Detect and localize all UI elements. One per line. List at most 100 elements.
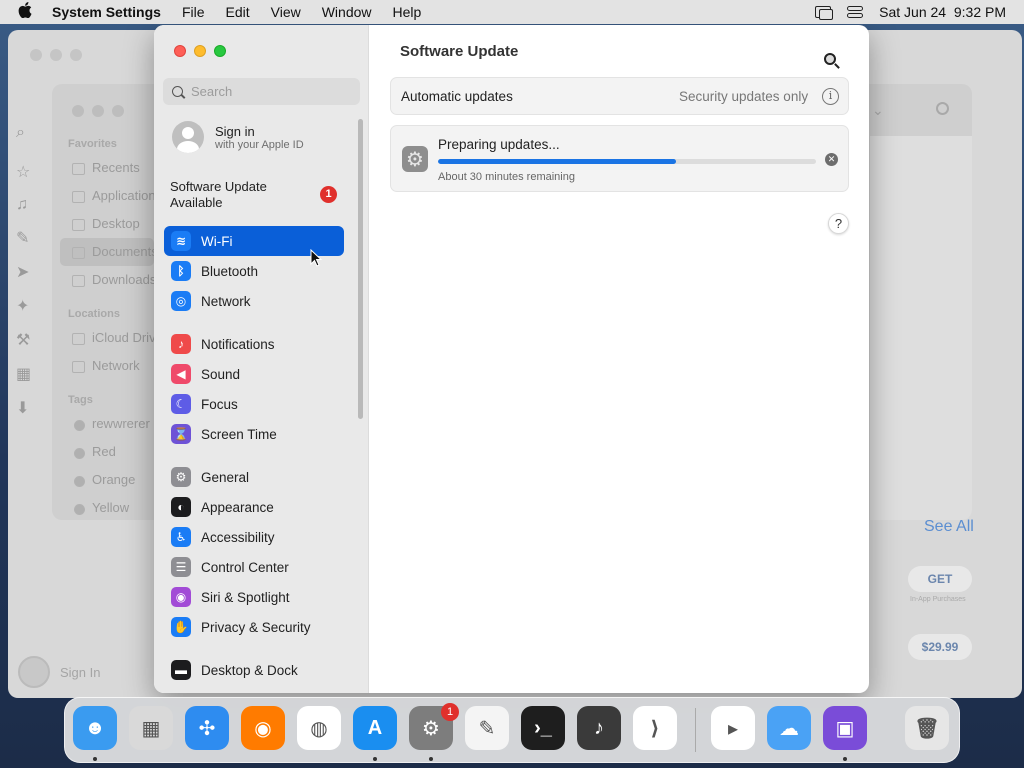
price-button[interactable]: $29.99 [908,634,972,660]
progress-bar [438,159,816,164]
sidebar-item-label: Screen Time [201,426,277,442]
help-menu[interactable]: Help [393,4,422,20]
sign-in-subtitle: with your Apple ID [215,138,304,151]
automatic-updates-label: Automatic updates [401,89,513,104]
window-menu[interactable]: Window [322,4,372,20]
search-icon [172,86,183,97]
info-icon[interactable]: i [822,88,839,105]
avatar [18,656,50,688]
system-settings-window: Sign in with your Apple ID Software Upda… [154,25,869,693]
app-menu[interactable]: System Settings [52,4,161,20]
dock-app-trash[interactable]: 🗑 [905,706,949,750]
finder-item-downloads[interactable]: Downloads [52,266,162,294]
finder-tag[interactable]: Yellow [52,494,162,520]
sidebar-item-control-center[interactable]: ☰ Control Center [164,552,344,582]
finder-item-icloud[interactable]: iCloud Drive [52,324,163,352]
sidebar-item-sound[interactable]: ◀ Sound [164,359,344,389]
spotlight-search-icon[interactable] [824,53,837,65]
dock-app-visual-studio-code[interactable]: ⟩ [633,706,677,750]
search-field[interactable] [163,78,360,105]
sidebar-item-appearance[interactable]: ◐ Appearance [164,492,344,522]
menu-clock[interactable]: Sat Jun 24 9:32 PM [879,4,1006,20]
dock-app-weather[interactable]: ☁ [767,706,811,750]
time-remaining: About 30 minutes remaining [438,171,575,183]
finder-item-network[interactable]: Network [52,352,162,380]
appstore-sign-in[interactable]: Sign In [18,656,100,688]
hand-icon: ✋ [171,617,191,637]
dock-app-safari[interactable]: ✣ [185,706,229,750]
sidebar-item-siri-spotlight[interactable]: ◉ Siri & Spotlight [164,582,344,612]
edit-menu[interactable]: Edit [226,4,250,20]
dock-app-app-store[interactable]: A [353,706,397,750]
sidebar-item-label: Siri & Spotlight [201,589,290,605]
close-button[interactable] [174,45,186,57]
view-menu[interactable]: View [271,4,301,20]
sidebar-item-accessibility[interactable]: ♿ Accessibility [164,522,344,552]
sign-in-label: Sign In [60,664,101,680]
bell-icon: ♪ [171,334,191,354]
apple-id-sign-in[interactable]: Sign in with your Apple ID [172,121,304,153]
cancel-update-icon[interactable]: ✕ [825,153,838,166]
dock-app-terminal[interactable]: ›_ [521,706,565,750]
appstore-sidebar-icons: ⌕ ☆ ♫ ✎ ➤ ✦ ⚒ ▦ ⬇ [16,124,32,417]
progress-bar-fill [438,159,677,164]
sidebar-item-notifications[interactable]: ♪ Notifications [164,329,344,359]
apple-menu-icon[interactable] [18,1,34,23]
dock-app-garageband[interactable]: ♪ [577,706,621,750]
sidebar-item-network[interactable]: ◎ Network [164,286,344,316]
sidebar-item-screen-time[interactable]: ⌛ Screen Time [164,419,344,449]
finder-item-desktop[interactable]: Desktop [52,210,162,238]
sidebar-item-label: Desktop & Dock [201,662,298,678]
zoom-button[interactable] [214,45,226,57]
finder-item-documents[interactable]: Documents [60,238,158,266]
moon-icon: ☾ [171,394,191,414]
sidebar-scrollbar[interactable] [358,119,363,419]
sidebar-item-label: Privacy & Security [201,619,311,635]
sidebar-item-privacy-security[interactable]: ✋ Privacy & Security [164,612,344,642]
settings-sidebar: Sign in with your Apple ID Software Upda… [154,25,369,693]
finder-tag[interactable]: Red [52,438,162,466]
dock-app-chrome[interactable]: ◍ [297,706,341,750]
finder-item-applications[interactable]: Applications [52,182,162,210]
dock-app-visual-studio[interactable]: ▸ [711,706,755,750]
dock-app-finder[interactable]: ☻ [73,706,117,750]
accessibility-icon: ♿ [171,527,191,547]
help-button[interactable]: ? [828,213,849,234]
mouse-cursor [310,249,323,267]
menu-bar: System Settings File Edit View Window He… [0,0,1024,65]
dock-app-launchpad[interactable]: ▦ [129,706,173,750]
finder-tag[interactable]: Orange [52,466,162,494]
globe-icon: ◎ [171,291,191,311]
dock-app-textedit[interactable]: ✎ [465,706,509,750]
see-all-link[interactable]: See All [924,518,974,536]
control-center-icon[interactable] [847,6,864,18]
sidebar-item-label: Notifications [201,336,275,352]
sidebar-item-general[interactable]: ⚙ General [164,462,344,492]
dock-app-simulator[interactable]: ▣ [823,706,867,750]
search-input[interactable] [191,84,351,99]
running-indicator [429,757,433,761]
window-controls [72,104,132,122]
sidebar-item-focus[interactable]: ☾ Focus [164,389,344,419]
dock-badge: 1 [441,703,459,721]
settings-list: Sign in with your Apple ID Software Upda… [154,113,369,693]
finder-item-recents[interactable]: Recents [52,154,162,182]
dock-app-firefox[interactable]: ◉ [241,706,285,750]
finder-sidebar: Favorites Recents Applications Desktop D… [52,124,163,520]
search-icon[interactable] [936,102,949,115]
chevron-down-icon[interactable]: ⌄ [872,102,884,119]
software-update-available[interactable]: Software Update Available [170,179,300,211]
running-indicator [843,757,847,761]
avatar [172,121,204,153]
minimize-button[interactable] [194,45,206,57]
finder-tag[interactable]: rewwrerer [52,410,162,438]
dock: ☻ ▦ ✣ ◉ ◍ A ⚙ ✎ ›_ ♪ ⟩ ▸ ☁ ▣ 🗑 1 [64,697,960,763]
get-button[interactable]: GET [908,566,972,592]
automatic-updates-row: Automatic updates Security updates only … [390,77,849,115]
sidebar-item-label: Bluetooth [201,263,259,279]
sidebar-item-label: Network [201,293,251,309]
file-menu[interactable]: File [182,4,205,20]
sidebar-item-desktop-dock[interactable]: ▬ Desktop & Dock [164,655,344,685]
screen-mirroring-icon[interactable] [815,6,834,20]
sign-in-title: Sign in [215,123,255,139]
